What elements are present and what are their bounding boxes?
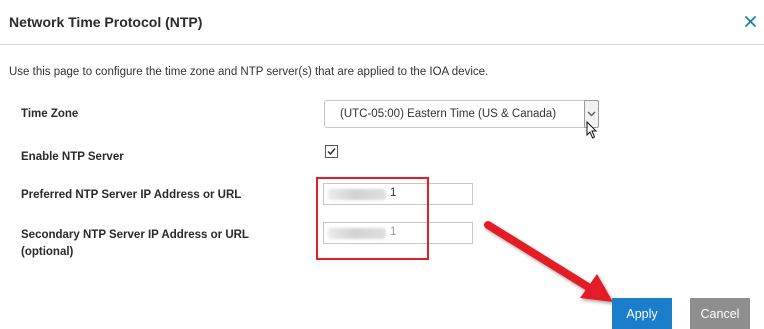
dialog-description: Use this page to configure the time zone… (9, 66, 489, 78)
close-button[interactable] (741, 11, 761, 31)
mouse-pointer-icon (586, 121, 598, 139)
chevron-down-icon (587, 111, 596, 117)
time-zone-value: (UTC-05:00) Eastern Time (US & Canada) (340, 108, 557, 120)
dialog-title: Network Time Protocol (NTP) (9, 14, 203, 30)
enable-ntp-label: Enable NTP Server (21, 151, 124, 163)
enable-ntp-checkbox[interactable] (325, 145, 338, 158)
close-icon (745, 16, 756, 27)
cancel-button[interactable]: Cancel (690, 298, 750, 329)
time-zone-select[interactable]: (UTC-05:00) Eastern Time (US & Canada) (324, 100, 599, 128)
secondary-ntp-label: Secondary NTP Server IP Address or URL (… (21, 229, 249, 258)
preferred-ntp-label: Preferred NTP Server IP Address or URL (21, 189, 242, 201)
ntp-dialog: Network Time Protocol (NTP) Use this pag… (0, 0, 764, 329)
apply-button[interactable]: Apply (612, 298, 672, 329)
annotation-highlight-box (316, 177, 429, 260)
checkmark-icon (327, 148, 336, 156)
time-zone-label: Time Zone (21, 108, 79, 120)
dialog-header: Network Time Protocol (NTP) (0, 0, 764, 45)
